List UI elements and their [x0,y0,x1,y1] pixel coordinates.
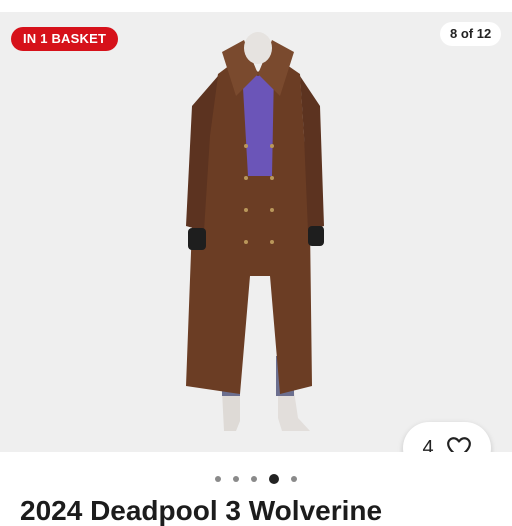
pagination-dot[interactable] [233,476,239,482]
heart-outline-icon [446,437,471,452]
pagination-dot[interactable] [291,476,297,482]
right-glove [308,226,324,246]
pagination-dot-active[interactable] [269,474,279,484]
in-basket-badge: IN 1 BASKET [11,27,119,51]
product-title: 2024 Deadpool 3 Wolverine [20,495,383,526]
right-boot [278,391,310,431]
product-image[interactable] [170,26,350,446]
product-image-gallery[interactable]: IN 1 BASKET 8 of 12 4 [0,12,512,452]
favorite-count: 4 [422,436,434,453]
image-counter: 8 of 12 [440,22,502,46]
favorite-button[interactable]: 4 [403,422,491,452]
gallery-pagination [0,472,512,486]
pagination-dot[interactable] [251,476,257,482]
mannequin-neck [244,32,272,64]
top-bar [0,0,512,12]
left-glove [188,228,206,250]
left-boot [222,391,240,431]
pagination-dot[interactable] [215,476,221,482]
